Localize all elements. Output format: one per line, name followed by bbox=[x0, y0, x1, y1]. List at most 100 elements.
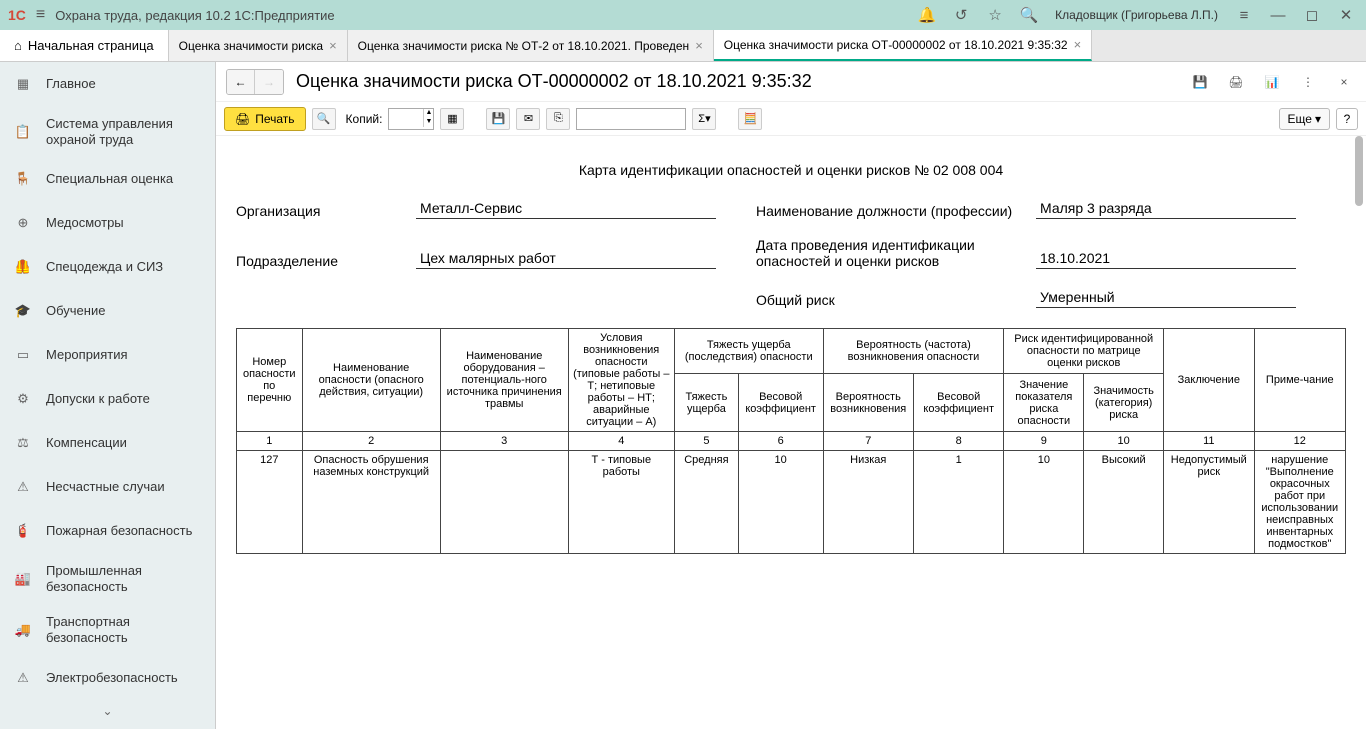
warning-icon: ⚠ bbox=[12, 476, 34, 498]
forward-button[interactable]: → bbox=[255, 70, 283, 94]
doc-header: ← → Оценка значимости риска ОТ-00000002 … bbox=[216, 62, 1366, 102]
close-icon[interactable]: × bbox=[695, 38, 703, 53]
print-button[interactable]: 🖨 Печать bbox=[224, 107, 306, 131]
sidebar-item-industrial[interactable]: 🏭Промышленная безопасность bbox=[0, 553, 215, 604]
report-scroll[interactable]: Карта идентификации опасностей и оценки … bbox=[216, 136, 1366, 729]
risk-table: Номер опасности по перечню Наименование … bbox=[236, 328, 1346, 554]
table-row[interactable]: 127 Опасность обрушения наземных констру… bbox=[237, 451, 1346, 554]
chart-icon[interactable]: 📊 bbox=[1260, 71, 1284, 93]
sidebar-item-incidents[interactable]: ⚠Несчастные случаи bbox=[0, 465, 215, 509]
sidebar-item-electric[interactable]: ⚠Электробезопасность bbox=[0, 656, 215, 700]
cell-8: 1 bbox=[913, 451, 1003, 554]
sidebar: ▦Главное 📋Система управления охраной тру… bbox=[0, 62, 216, 729]
sidebar-item-med[interactable]: ⊕Медосмотры bbox=[0, 201, 215, 245]
th-910: Риск идентифицированной опасности по мат… bbox=[1004, 329, 1164, 374]
more-button[interactable]: Еще ▾ bbox=[1279, 108, 1330, 130]
tab-3[interactable]: Оценка значимости риска ОТ-00000002 от 1… bbox=[714, 30, 1092, 61]
sidebar-item-ppe[interactable]: 🦺Спецодежда и СИЗ bbox=[0, 245, 215, 289]
dup-button[interactable]: ⎘ bbox=[546, 108, 570, 130]
cell-10: Высокий bbox=[1084, 451, 1164, 554]
num-4: 4 bbox=[568, 432, 674, 451]
tab-label: Оценка значимости риска bbox=[179, 39, 323, 53]
maximize-icon[interactable]: ◻ bbox=[1300, 3, 1324, 27]
sidebar-item-transport[interactable]: 🚚Транспортная безопасность bbox=[0, 604, 215, 655]
num-10: 10 bbox=[1084, 432, 1164, 451]
help-button[interactable]: ? bbox=[1336, 108, 1358, 130]
menu-icon[interactable]: ⋮ bbox=[1296, 71, 1320, 93]
close-icon[interactable]: × bbox=[329, 38, 337, 53]
back-button[interactable]: ← bbox=[227, 70, 255, 94]
overall-label: Общий риск bbox=[756, 292, 1036, 308]
tab-1[interactable]: Оценка значимости риска × bbox=[169, 30, 348, 61]
sidebar-item-permits[interactable]: ⚙Допуски к работе bbox=[0, 377, 215, 421]
num-8: 8 bbox=[913, 432, 1003, 451]
search-icon[interactable]: 🔍 bbox=[1017, 3, 1041, 27]
vest-icon: 🦺 bbox=[12, 256, 34, 278]
app-logo: 1С bbox=[8, 7, 26, 23]
sidebar-item-events[interactable]: ▭Мероприятия bbox=[0, 333, 215, 377]
close-icon[interactable]: × bbox=[1332, 71, 1356, 93]
print-icon[interactable]: 🖨 bbox=[1224, 71, 1248, 93]
sidebar-item-main[interactable]: ▦Главное bbox=[0, 62, 215, 106]
spin-down[interactable]: ▼ bbox=[423, 118, 433, 127]
num-5: 5 bbox=[674, 432, 738, 451]
crane-icon: ⚙ bbox=[12, 388, 34, 410]
close-icon[interactable]: ✕ bbox=[1334, 3, 1358, 27]
save-icon[interactable]: 💾 bbox=[1188, 71, 1212, 93]
tab-2[interactable]: Оценка значимости риска № ОТ-2 от 18.10.… bbox=[348, 30, 714, 61]
th-6: Весовой коэффициент bbox=[738, 374, 823, 432]
page-input[interactable] bbox=[576, 108, 686, 130]
bell-icon[interactable]: 🔔 bbox=[915, 3, 939, 27]
home-tab[interactable]: ⌂ Начальная страница bbox=[0, 30, 169, 61]
th-3: Наименование оборудования – потенциаль-н… bbox=[440, 329, 568, 432]
save-report-button[interactable]: 💾 bbox=[486, 108, 510, 130]
close-icon[interactable]: × bbox=[1074, 37, 1082, 52]
cell-2: Опасность обрушения наземных конструкций bbox=[302, 451, 440, 554]
spin-up[interactable]: ▲ bbox=[423, 109, 433, 118]
position-value: Маляр 3 разряда bbox=[1036, 198, 1296, 219]
num-2: 2 bbox=[302, 432, 440, 451]
th-9: Значение показателя риска опасности bbox=[1004, 374, 1084, 432]
tabstrip: ⌂ Начальная страница Оценка значимости р… bbox=[0, 30, 1366, 62]
num-1: 1 bbox=[237, 432, 303, 451]
nav-buttons: ← → bbox=[226, 69, 284, 95]
filter-icon[interactable]: ≡ bbox=[1232, 3, 1256, 27]
cell-12: нарушение "Выполнение окрасочных работ п… bbox=[1254, 451, 1345, 554]
sidebar-item-fire[interactable]: 🧯Пожарная безопасность bbox=[0, 509, 215, 553]
sidebar-item-compensation[interactable]: ⚖Компенсации bbox=[0, 421, 215, 465]
toolbar: 🖨 Печать 🔍 Копий: ▲▼ ▦ 💾 ✉ ⎘ Σ▾ 🧮 Еще ▾ … bbox=[216, 102, 1366, 136]
scales-icon: ⚖ bbox=[12, 432, 34, 454]
home-icon: ⌂ bbox=[14, 38, 22, 53]
hamburger-icon[interactable]: ≡ bbox=[36, 6, 45, 24]
copies-label: Копий: bbox=[346, 112, 383, 126]
sidebar-item-system[interactable]: 📋Система управления охраной труда bbox=[0, 106, 215, 157]
position-label: Наименование должности (профессии) bbox=[756, 203, 1036, 219]
medkit-icon: ⊕ bbox=[12, 212, 34, 234]
sidebar-chevron-down[interactable]: ⌄ bbox=[0, 700, 215, 722]
num-11: 11 bbox=[1164, 432, 1254, 451]
sum-button[interactable]: Σ▾ bbox=[692, 108, 716, 130]
calc-button[interactable]: 🧮 bbox=[738, 108, 762, 130]
main-area: ← → Оценка значимости риска ОТ-00000002 … bbox=[216, 62, 1366, 729]
th-12: Приме-чание bbox=[1254, 329, 1345, 432]
scrollbar-thumb[interactable] bbox=[1355, 136, 1363, 206]
sidebar-item-special[interactable]: 🪑Специальная оценка bbox=[0, 157, 215, 201]
mail-button[interactable]: ✉ bbox=[516, 108, 540, 130]
preview-button[interactable]: 🔍 bbox=[312, 108, 336, 130]
grid-button[interactable]: ▦ bbox=[440, 108, 464, 130]
th-78: Вероятность (частота) возникновения опас… bbox=[823, 329, 1004, 374]
minimize-icon[interactable]: — bbox=[1266, 3, 1290, 27]
vertical-scrollbar[interactable] bbox=[1354, 136, 1364, 729]
factory-icon: 🏭 bbox=[12, 568, 34, 590]
org-value: Металл-Сервис bbox=[416, 198, 716, 219]
sidebar-item-training[interactable]: 🎓Обучение bbox=[0, 289, 215, 333]
num-3: 3 bbox=[440, 432, 568, 451]
tab-label: Оценка значимости риска ОТ-00000002 от 1… bbox=[724, 38, 1068, 52]
star-icon[interactable]: ☆ bbox=[983, 3, 1007, 27]
history-icon[interactable]: ↺ bbox=[949, 3, 973, 27]
print-label: Печать bbox=[255, 112, 294, 126]
doc-title: Оценка значимости риска ОТ-00000002 от 1… bbox=[296, 71, 812, 92]
user-name[interactable]: Кладовщик (Григорьева Л.П.) bbox=[1055, 8, 1218, 22]
cell-11: Недопустимый риск bbox=[1164, 451, 1254, 554]
th-1: Номер опасности по перечню bbox=[237, 329, 303, 432]
